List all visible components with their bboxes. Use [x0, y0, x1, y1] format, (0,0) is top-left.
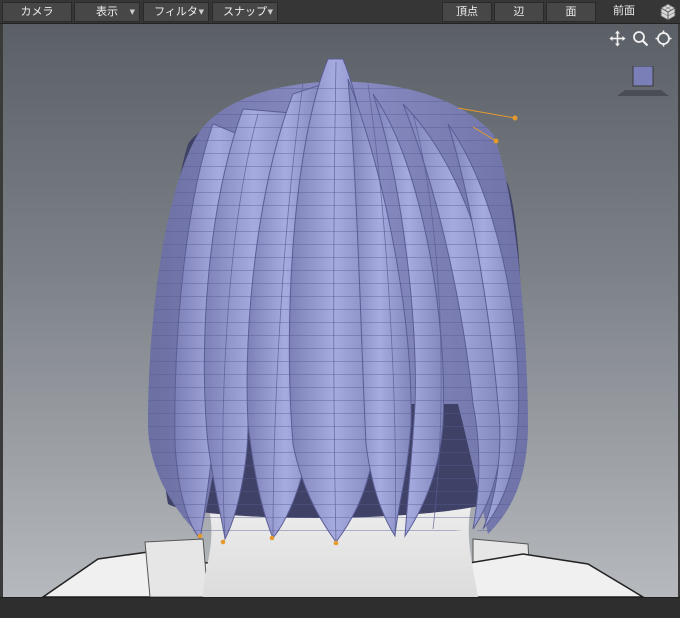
control-point [493, 138, 499, 144]
vertex-mode-button[interactable]: 頂点 [442, 2, 492, 22]
filter-menu-button[interactable]: フィルタ ▼ [143, 2, 209, 22]
display-menu-button[interactable]: 表示 ▼ [74, 2, 140, 22]
chevron-down-icon: ▼ [198, 8, 204, 16]
zoom-icon[interactable] [632, 30, 649, 47]
control-point [197, 533, 203, 539]
edge-mode-label: 辺 [513, 5, 525, 18]
perspective-icon[interactable] [617, 65, 669, 96]
hair-topology-rings [148, 81, 528, 542]
view-name-label: 前面 [613, 4, 635, 17]
3d-viewport[interactable] [3, 24, 678, 597]
hair-model-scene [41, 58, 645, 597]
viewport-nav-icons [609, 30, 672, 47]
snap-menu-label: スナップ [223, 5, 267, 18]
snap-menu-button[interactable]: スナップ ▼ [212, 2, 278, 22]
face-mode-button[interactable]: 面 [546, 2, 596, 22]
filter-menu-label: フィルタ [154, 5, 198, 18]
chevron-down-icon: ▼ [267, 8, 273, 16]
control-point [333, 540, 339, 546]
chevron-down-icon: ▼ [129, 8, 135, 16]
display-menu-label: 表示 [96, 5, 118, 18]
camera-menu-label: カメラ [20, 5, 54, 18]
control-point [220, 539, 226, 545]
status-bar [0, 597, 680, 618]
control-point [512, 115, 518, 121]
rotate-icon[interactable] [655, 30, 672, 47]
edge-mode-button[interactable]: 辺 [494, 2, 544, 22]
vertex-mode-label: 頂点 [456, 5, 478, 18]
view-name[interactable]: 前面 [598, 2, 650, 22]
control-point [269, 535, 275, 541]
camera-menu-button[interactable]: カメラ [2, 2, 72, 22]
move-icon[interactable] [609, 30, 626, 47]
face-mode-label: 面 [565, 5, 577, 18]
view-cube-icon[interactable] [659, 3, 677, 21]
toolbar: カメラ 表示 ▼ フィルタ ▼ スナップ ▼ 頂点 辺 面 前面 [0, 0, 680, 24]
